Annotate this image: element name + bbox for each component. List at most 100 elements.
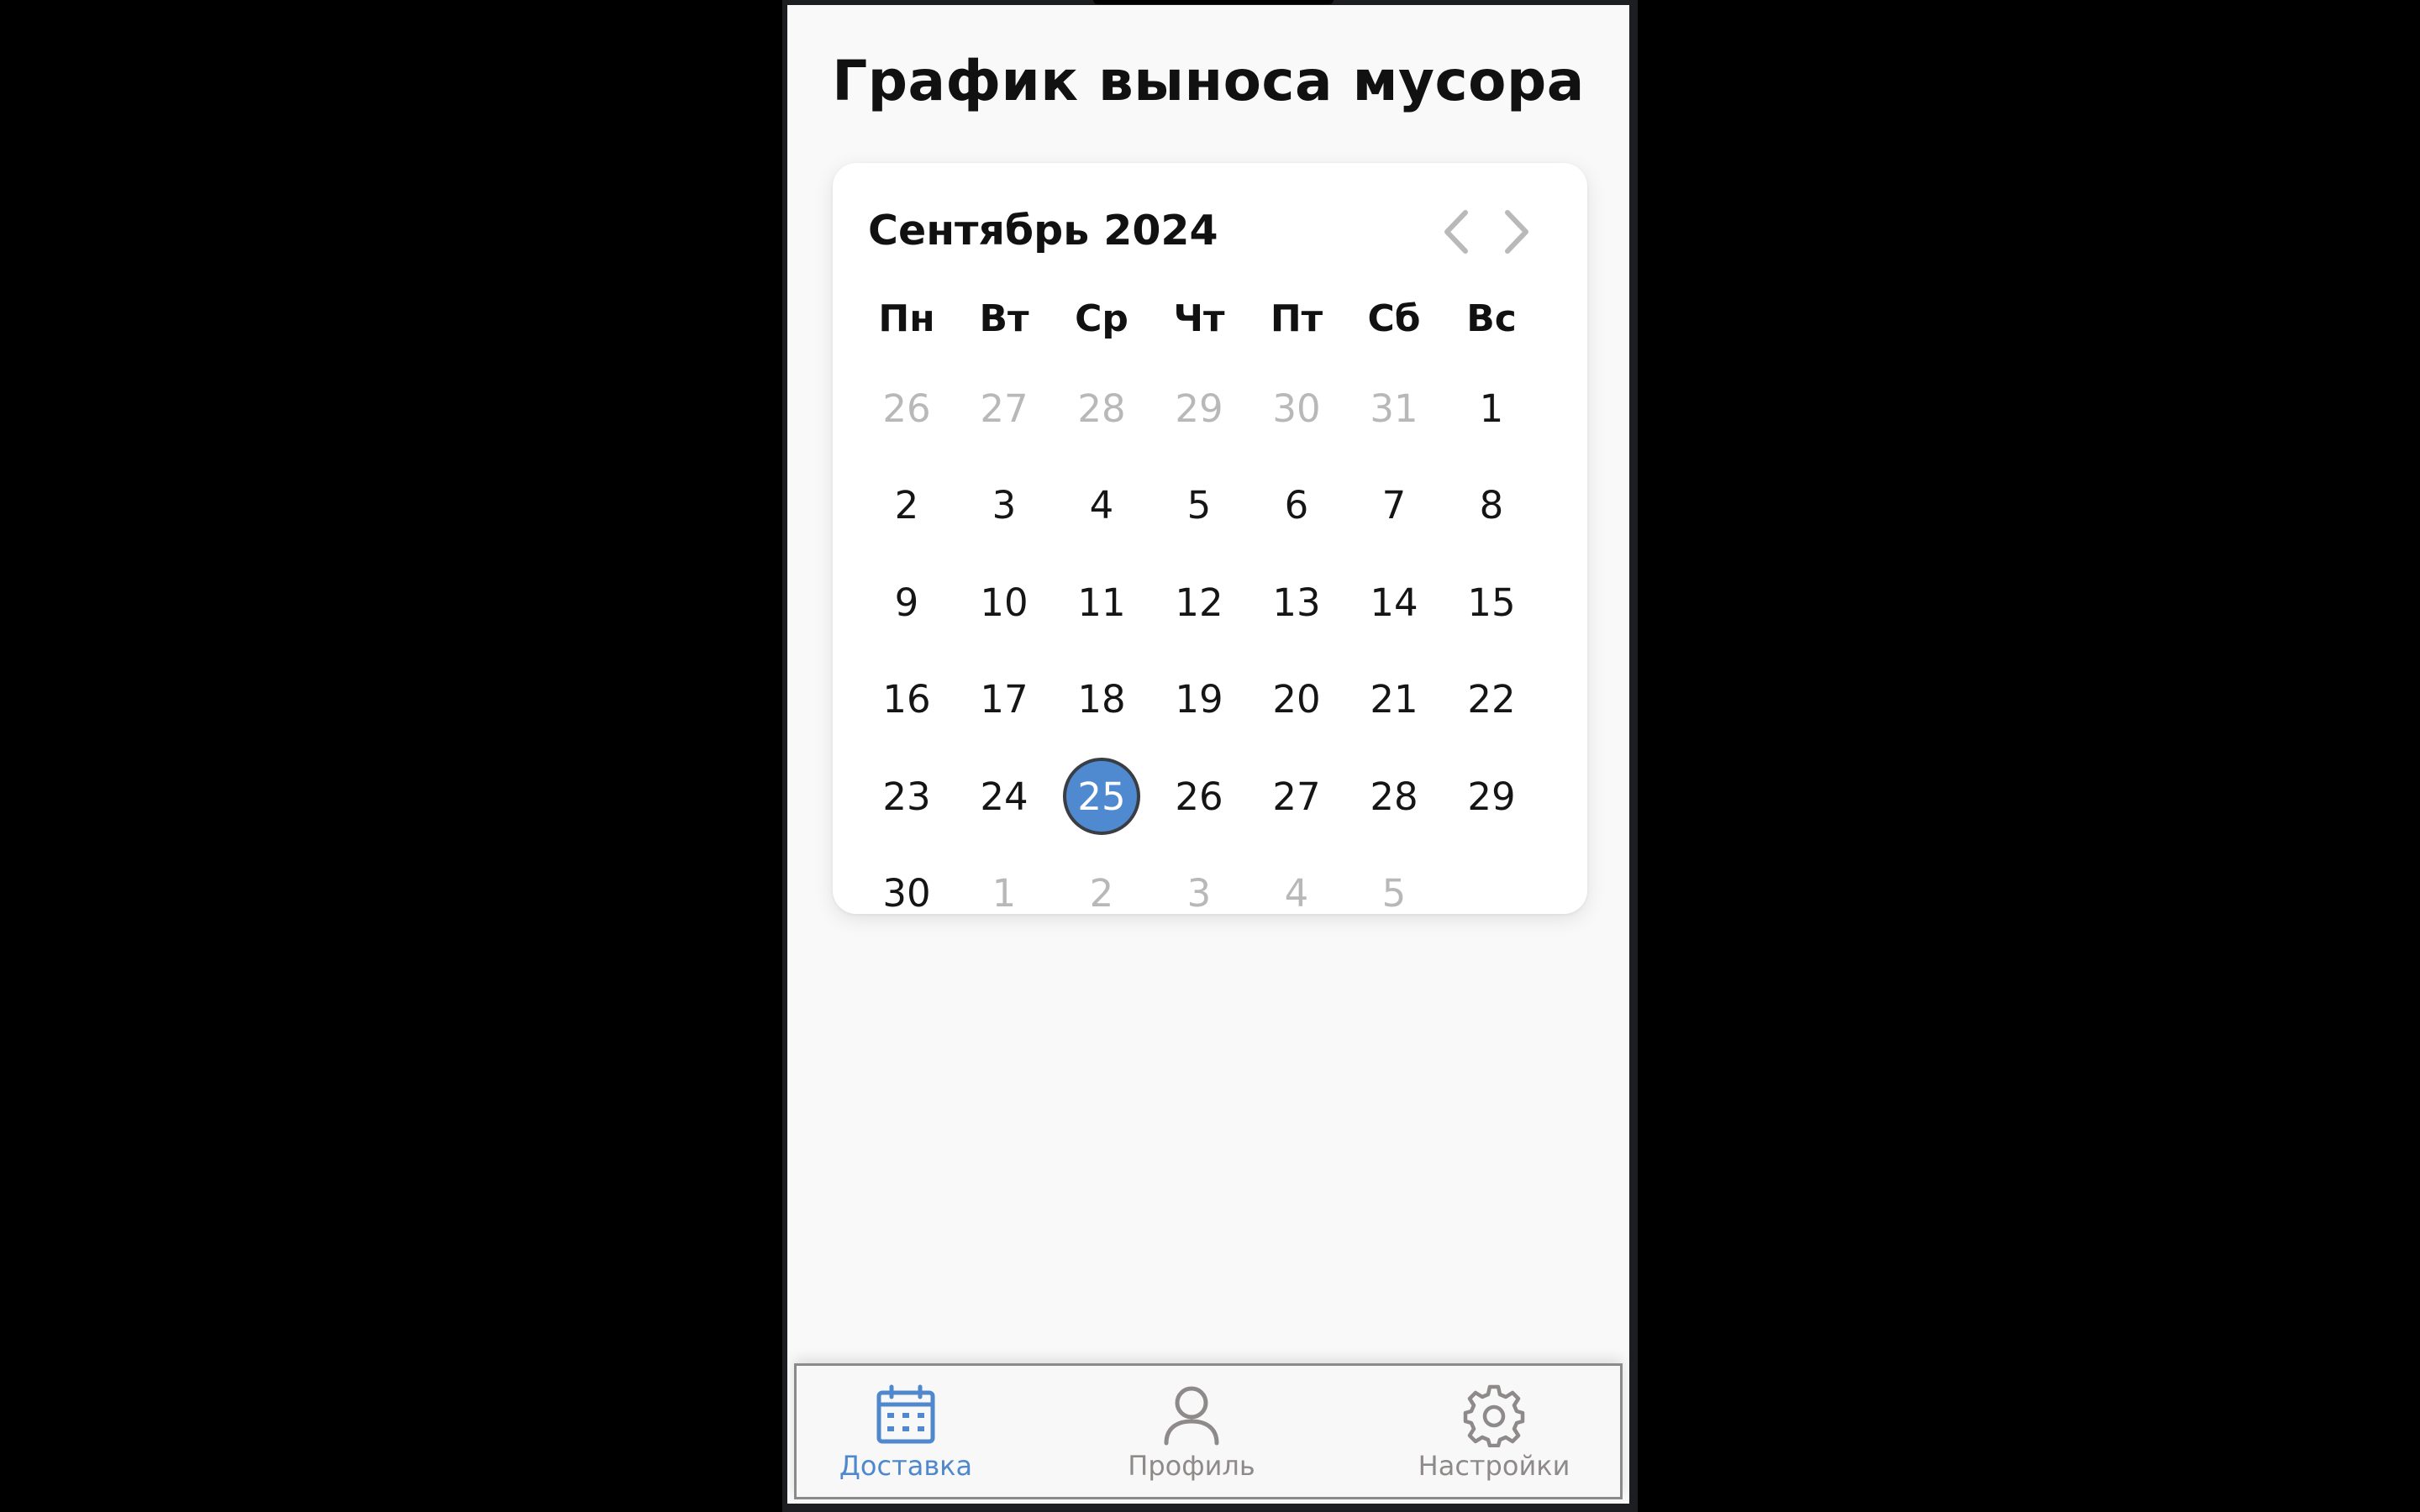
calendar-day-number: 10	[980, 580, 1028, 625]
calendar-day-number: 28	[1370, 774, 1418, 819]
calendar-day[interactable]: 14	[1345, 558, 1443, 647]
calendar-day[interactable]: 13	[1248, 558, 1345, 647]
chevron-left-icon	[1444, 210, 1468, 254]
gear-icon	[1462, 1383, 1526, 1448]
calendar-day-number: 3	[992, 483, 1017, 528]
calendar-day-number: 8	[1479, 483, 1504, 528]
calendar-day-outside-month[interactable]: 5	[1345, 849, 1443, 938]
calendar-day-outside-month[interactable]: 3	[1150, 849, 1248, 938]
calendar-day-number: 25	[1063, 758, 1140, 835]
calendar-day-number: 7	[1381, 483, 1407, 528]
calendar-day[interactable]: 3	[955, 461, 1053, 550]
app-screen: График выноса мусора Сентябрь 2024 Пн Вт С…	[787, 5, 1629, 1504]
calendar-day[interactable]: 19	[1150, 655, 1248, 744]
calendar-day[interactable]: 15	[1443, 558, 1540, 647]
calendar-day-number: 27	[1272, 774, 1321, 819]
calendar-day[interactable]: 16	[858, 655, 955, 744]
calendar-day-number: 29	[1175, 386, 1223, 431]
calendar-day-number: 30	[1272, 386, 1321, 431]
calendar-day[interactable]: 24	[955, 752, 1053, 841]
calendar-day[interactable]: 6	[1248, 461, 1345, 550]
calendar-day-outside-month[interactable]: 28	[1053, 364, 1150, 453]
calendar-day-outside-month[interactable]: 1	[955, 849, 1053, 938]
tab-delivery[interactable]: Доставка	[830, 1366, 981, 1497]
calendar-day-outside-month[interactable]: 31	[1345, 364, 1443, 453]
calendar-day[interactable]: 8	[1443, 461, 1540, 550]
calendar-day-number: 2	[1089, 871, 1114, 916]
calendar-day-number: 12	[1175, 580, 1223, 625]
calendar-day[interactable]: 30	[858, 849, 955, 938]
page-title: График выноса мусора	[832, 49, 1585, 113]
tab-profile-label: Профиль	[1128, 1450, 1255, 1482]
calendar-day-outside-month[interactable]: 26	[858, 364, 955, 453]
calendar-week-row: 23 24 25 26 27 28 29	[858, 752, 1540, 841]
calendar-day-outside-month[interactable]: 2	[1053, 849, 1150, 938]
calendar-day[interactable]: 22	[1443, 655, 1540, 744]
bottom-tab-bar: Доставка Профиль Настройки	[794, 1363, 1623, 1499]
calendar-day[interactable]: 20	[1248, 655, 1345, 744]
phone-notch	[1093, 0, 1334, 4]
calendar-day[interactable]: 7	[1345, 461, 1443, 550]
calendar-day[interactable]: 9	[858, 558, 955, 647]
user-icon	[1162, 1383, 1221, 1448]
calendar-day-number: 30	[882, 871, 931, 916]
tab-profile[interactable]: Профиль	[1116, 1366, 1267, 1497]
weekday-label: Сб	[1367, 297, 1421, 340]
calendar-day[interactable]: 28	[1345, 752, 1443, 841]
prev-month-button[interactable]	[1431, 205, 1481, 259]
calendar-day-outside-month[interactable]: 30	[1248, 364, 1345, 453]
calendar-day[interactable]: 29	[1443, 752, 1540, 841]
calendar-day-outside-month[interactable]: 4	[1248, 849, 1345, 938]
calendar-day-number: 26	[882, 386, 931, 431]
calendar-day-number: 29	[1467, 774, 1516, 819]
phone-frame: График выноса мусора Сентябрь 2024 Пн Вт С…	[782, 0, 1638, 1512]
calendar-day-number: 16	[882, 677, 931, 722]
calendar-icon	[875, 1383, 937, 1448]
tab-settings[interactable]: Настройки	[1410, 1366, 1578, 1497]
calendar-day-number: 26	[1175, 774, 1223, 819]
calendar-day-number: 5	[1381, 871, 1407, 916]
calendar-day-number: 4	[1284, 871, 1309, 916]
weekday-header: Пн Вт Ср Чт Пт Сб Вс	[858, 297, 1540, 340]
calendar-day-outside-month[interactable]: 29	[1150, 364, 1248, 453]
calendar-day-number: 17	[980, 677, 1028, 722]
chevron-right-icon	[1505, 210, 1528, 254]
weekday-label: Ср	[1075, 297, 1128, 340]
calendar-day-number: 1	[1479, 386, 1504, 431]
calendar-day-outside-month[interactable]: 27	[955, 364, 1053, 453]
calendar-day[interactable]: 11	[1053, 558, 1150, 647]
calendar-day[interactable]: 21	[1345, 655, 1443, 744]
weekday-label: Вт	[979, 297, 1029, 340]
calendar-day[interactable]: 17	[955, 655, 1053, 744]
calendar-day-number: 24	[980, 774, 1028, 819]
weekday-label: Пн	[878, 297, 935, 340]
calendar-day-number: 2	[894, 483, 919, 528]
calendar-day[interactable]: 18	[1053, 655, 1150, 744]
calendar-day[interactable]: 5	[1150, 461, 1248, 550]
weekday-label: Пт	[1270, 297, 1323, 340]
tab-delivery-label: Доставка	[839, 1450, 973, 1482]
calendar-day[interactable]: 26	[1150, 752, 1248, 841]
calendar-day[interactable]: 1	[1443, 364, 1540, 453]
calendar-day-number: 31	[1370, 386, 1418, 431]
calendar-week-row: 2 3 4 5 6 7 8	[858, 461, 1540, 550]
calendar-day-number: 9	[894, 580, 919, 625]
calendar-day-number: 18	[1077, 677, 1126, 722]
calendar-day-number: 28	[1077, 386, 1126, 431]
calendar-week-row: 16 17 18 19 20 21 22	[858, 655, 1540, 744]
calendar-day[interactable]: 23	[858, 752, 955, 841]
calendar-day[interactable]: 12	[1150, 558, 1248, 647]
calendar-day-number: 4	[1089, 483, 1114, 528]
calendar-day-selected[interactable]: 25	[1053, 752, 1150, 841]
calendar-day-number: 23	[882, 774, 931, 819]
calendar-day-number: 15	[1467, 580, 1516, 625]
calendar-day[interactable]: 27	[1248, 752, 1345, 841]
next-month-button[interactable]	[1491, 205, 1542, 259]
weekday-label: Чт	[1173, 297, 1225, 340]
calendar-day[interactable]: 2	[858, 461, 955, 550]
calendar-day[interactable]: 4	[1053, 461, 1150, 550]
calendar-day[interactable]: 10	[955, 558, 1053, 647]
calendar-week-row: 30 1 2 3 4 5	[858, 849, 1540, 938]
calendar-day-number: 1	[992, 871, 1017, 916]
calendar-day-number: 11	[1077, 580, 1126, 625]
